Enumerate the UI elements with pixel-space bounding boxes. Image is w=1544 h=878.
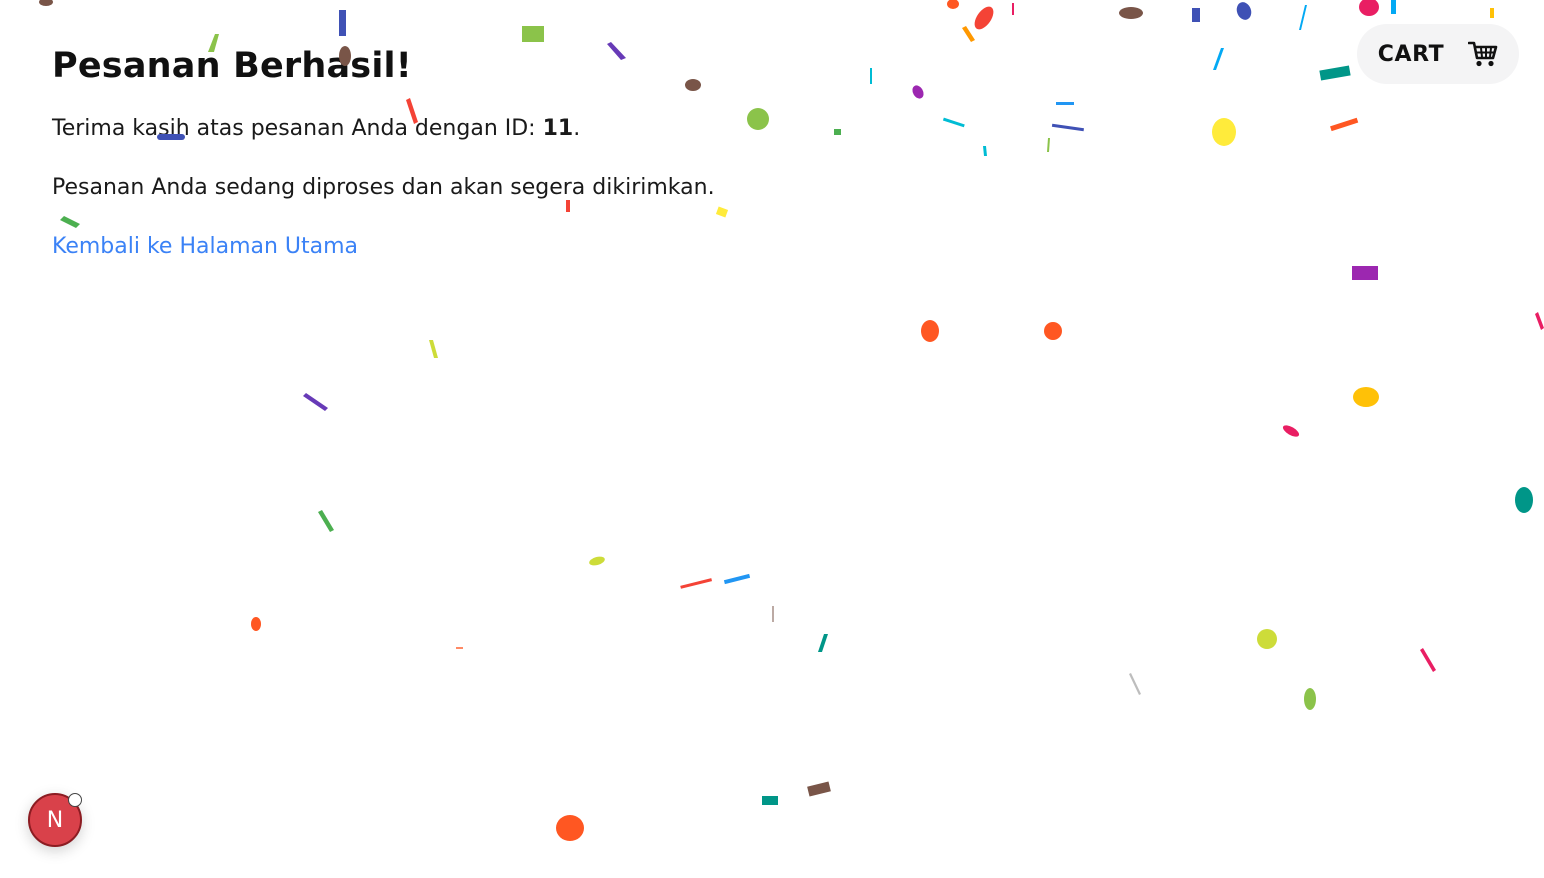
cart-icon bbox=[1468, 41, 1498, 67]
nextjs-dev-indicator-icon: N bbox=[46, 807, 64, 833]
processing-message: Pesanan Anda sedang diproses dan akan se… bbox=[52, 175, 715, 200]
thank-you-period: . bbox=[573, 116, 581, 141]
order-success-page: Pesanan Berhasil! Terima kasih atas pesa… bbox=[0, 0, 1544, 878]
nextjs-dev-indicator-button[interactable]: N bbox=[28, 793, 82, 847]
order-confirmation: Pesanan Berhasil! Terima kasih atas pesa… bbox=[52, 46, 715, 259]
thank-you-message: Terima kasih atas pesanan Anda dengan ID… bbox=[52, 116, 715, 141]
back-to-home-link[interactable]: Kembali ke Halaman Utama bbox=[52, 234, 358, 259]
thank-you-text: Terima kasih atas pesanan Anda dengan ID… bbox=[52, 116, 543, 141]
cart-button[interactable]: CART bbox=[1357, 24, 1519, 84]
order-id: 11 bbox=[542, 116, 574, 141]
page-title: Pesanan Berhasil! bbox=[52, 46, 412, 86]
cart-label: CART bbox=[1377, 41, 1445, 67]
notification-dot bbox=[68, 793, 82, 807]
